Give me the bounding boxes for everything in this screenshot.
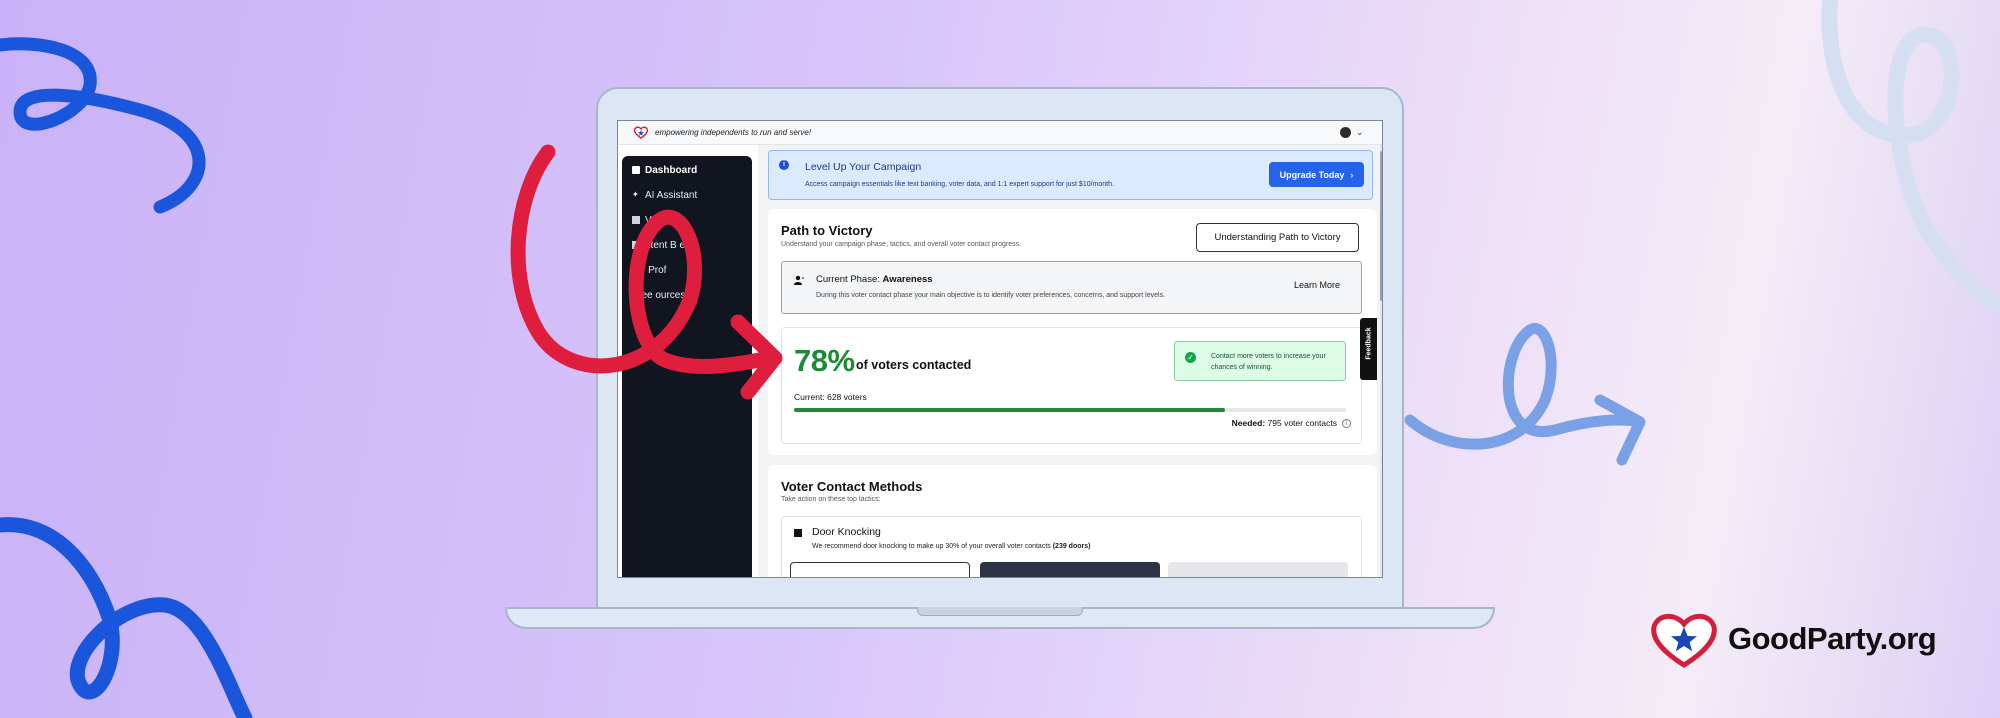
current-phase-value: Awareness <box>882 274 933 285</box>
main-content: i Level Up Your Campaign Access campaign… <box>758 145 1380 577</box>
sparkle-icon: ✦ <box>632 190 639 199</box>
brand-name: GoodParty.org <box>1728 621 1937 656</box>
door-knocking-action-button-1[interactable] <box>790 562 970 577</box>
door-icon <box>794 529 802 537</box>
progress-tip-text: Contact more voters to increase your cha… <box>1211 353 1326 371</box>
sidebar: Dashboard ✦ AI Assistant Vot ntent B er … <box>622 156 752 577</box>
current-label: Current: <box>794 392 825 402</box>
sidebar-item-dashboard[interactable]: Dashboard <box>632 162 697 178</box>
voter-progress-panel: 78% of voters contacted ✓ Contact more v… <box>781 327 1362 444</box>
document-icon <box>632 241 640 249</box>
current-phase-panel: Current Phase: Awareness During this vot… <box>781 261 1362 314</box>
path-to-victory-title: Path to Victory <box>781 223 873 238</box>
chevron-down-icon[interactable]: ⌄ <box>1356 127 1364 138</box>
squiggle-right-arrow <box>1404 323 1646 466</box>
door-knocking-title: Door Knocking <box>812 526 881 538</box>
sidebar-item-content-builder[interactable]: ntent B er <box>632 237 688 253</box>
app-topbar: empowering independents to run and serve… <box>618 121 1382 145</box>
sidebar-item-label: My Prof <box>632 264 667 276</box>
path-to-victory-card: Path to Victory Understand your campaign… <box>768 209 1377 455</box>
voter-contact-subtitle: Take action on these top tactics: <box>781 496 881 503</box>
current-phase-title: Current Phase: Awareness <box>816 274 933 285</box>
current-phase-label: Current Phase: <box>816 274 880 285</box>
progress-bar-fill <box>794 408 1225 412</box>
sidebar-item-my-profile[interactable]: My Prof <box>632 262 666 278</box>
sidebar-item-voter-data[interactable]: Vot <box>632 212 659 228</box>
sidebar-item-label: Free ources <box>632 289 686 301</box>
sidebar-item-free-resources[interactable]: Free ources <box>632 287 685 303</box>
needed-contacts: Needed: 795 voter contacts <box>1232 418 1337 428</box>
sidebar-item-ai-assistant[interactable]: ✦ AI Assistant <box>632 187 697 203</box>
squiggle-bottom-left <box>0 517 253 718</box>
door-knocking-panel: Door Knocking We recommend door knocking… <box>781 516 1362 577</box>
app-screen: empowering independents to run and serve… <box>617 120 1383 578</box>
banner-description: Access campaign essentials like text ban… <box>805 181 1114 188</box>
door-knocking-text: We recommend door knocking to make up 30… <box>812 543 1051 550</box>
dashboard-icon <box>632 166 640 174</box>
sidebar-item-label: Dashboard <box>645 164 698 176</box>
upgrade-button[interactable]: Upgrade Today › <box>1269 162 1364 187</box>
check-circle-icon: ✓ <box>1185 352 1196 363</box>
progress-percent: 78% <box>794 343 855 378</box>
brand-logo: GoodParty.org <box>1650 612 1950 668</box>
path-to-victory-subtitle: Understand your campaign phase, tactics,… <box>781 241 1022 248</box>
current-voters: Current: 628 voters <box>794 392 867 402</box>
door-knocking-count: (239 doors) <box>1052 543 1091 550</box>
upgrade-button-label: Upgrade Today <box>1279 169 1345 180</box>
needed-label: Needed: <box>1231 418 1266 428</box>
app-tagline: empowering independents to run and serve… <box>655 128 812 137</box>
banner-title: Level Up Your Campaign <box>805 161 922 173</box>
needed-value: 795 voter contacts <box>1267 418 1337 428</box>
progress-bar <box>794 408 1346 412</box>
info-icon: i <box>779 160 789 170</box>
user-icon <box>794 275 804 285</box>
current-phase-description: During this voter contact phase your mai… <box>816 292 1166 299</box>
sidebar-item-label: Vot <box>645 214 660 226</box>
sidebar-item-label: AI Assistant <box>645 189 698 201</box>
chevron-right-icon: › <box>1350 169 1354 180</box>
door-knocking-description: We recommend door knocking to make up 30… <box>812 543 1090 550</box>
sidebar-item-label: ntent B er <box>645 239 689 251</box>
user-avatar-icon[interactable] <box>1340 127 1351 138</box>
progress-tip: ✓ Contact more voters to increase your c… <box>1174 341 1346 381</box>
progress-label: of voters contacted <box>856 358 972 372</box>
current-value: 628 voters <box>827 392 867 402</box>
learn-more-link[interactable]: Learn More <box>1294 280 1340 290</box>
laptop-notch <box>917 607 1083 616</box>
squiggle-top-left <box>0 37 206 214</box>
scrollbar-thumb[interactable] <box>1380 151 1382 301</box>
voter-contact-methods-card: Voter Contact Methods Take action on the… <box>768 465 1377 577</box>
understanding-path-button[interactable]: Understanding Path to Victory <box>1196 223 1359 252</box>
feedback-tab[interactable]: Feedback <box>1360 318 1377 380</box>
heart-star-icon[interactable] <box>634 126 648 139</box>
feedback-label: Feedback <box>1365 327 1373 360</box>
heart-star-icon <box>1651 614 1717 668</box>
door-knocking-action-button-2[interactable] <box>980 562 1160 577</box>
voter-contact-title: Voter Contact Methods <box>781 479 923 494</box>
squiggle-top-right <box>1821 0 2000 313</box>
folder-icon <box>632 216 640 224</box>
upgrade-banner: i Level Up Your Campaign Access campaign… <box>768 150 1373 200</box>
info-circle-icon[interactable]: i <box>1342 419 1351 428</box>
door-knocking-action-button-3[interactable] <box>1168 562 1348 577</box>
